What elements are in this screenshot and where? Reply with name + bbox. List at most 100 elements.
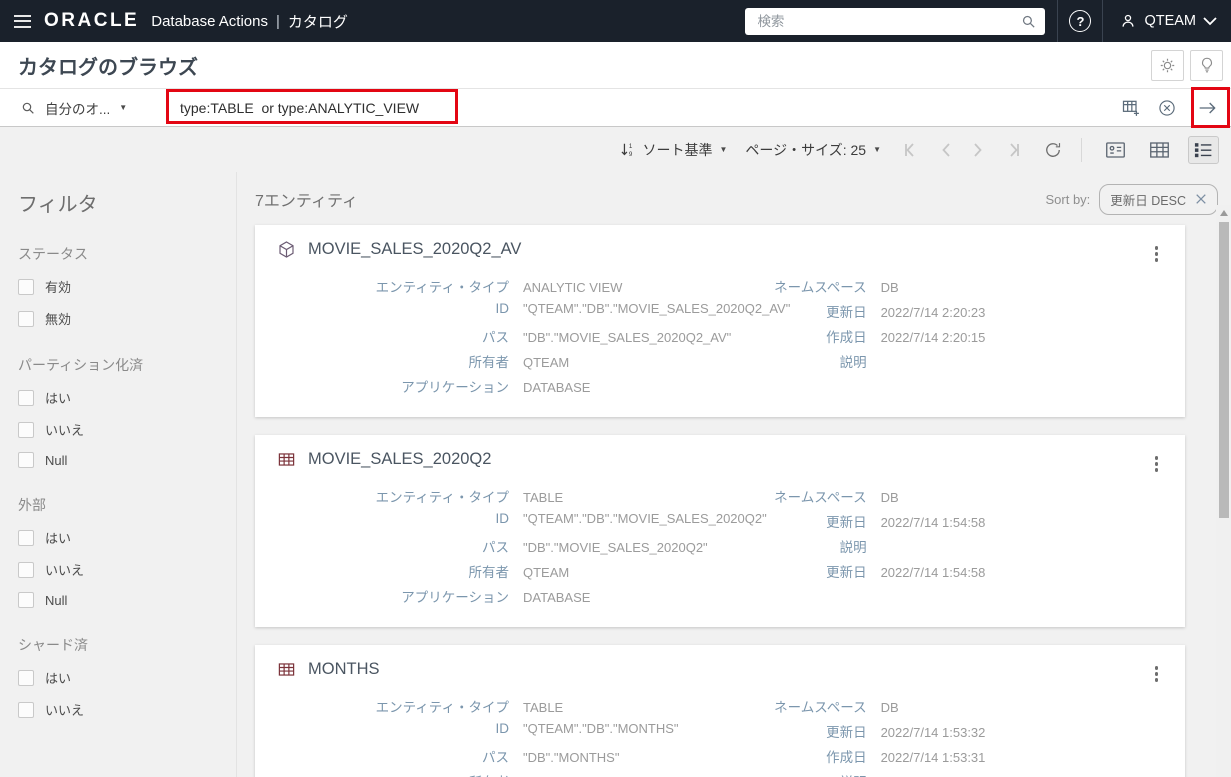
chevron-down-icon: ▼ [119, 102, 128, 112]
settings-button[interactable] [1151, 49, 1184, 81]
filter-option[interactable]: Null [18, 452, 236, 468]
scrollbar-up-arrow[interactable] [1219, 210, 1228, 216]
search-icon[interactable] [1020, 13, 1037, 30]
remove-sort-icon[interactable] [1195, 193, 1207, 205]
tips-button[interactable] [1190, 49, 1223, 81]
checkbox[interactable] [18, 389, 34, 406]
run-search-button[interactable] [1193, 93, 1223, 123]
filter-section: パーティション化済 はい いいえ Null [18, 355, 236, 468]
filter-option[interactable]: いいえ [18, 420, 236, 439]
entity-field: 説明 [747, 536, 1163, 561]
pagination [903, 142, 1021, 157]
field-label: ID [495, 511, 510, 526]
entity-title[interactable]: MOVIE_SALES_2020Q2_AV [308, 240, 521, 259]
results-toolbar: 19 ソート基準 ▼ ページ・サイズ: 25 ▼ [0, 127, 1231, 172]
field-label: 作成日 [826, 750, 867, 765]
field-value: DATABASE [523, 380, 591, 395]
vertical-scrollbar[interactable] [1216, 205, 1231, 777]
checkbox[interactable] [18, 529, 34, 546]
chevron-down-icon: ▼ [719, 144, 728, 154]
card-actions-menu[interactable] [1152, 453, 1162, 475]
field-value: DATABASE [523, 590, 591, 605]
checkbox[interactable] [18, 278, 34, 295]
previous-page-button[interactable] [941, 142, 951, 157]
next-page-button[interactable] [973, 142, 983, 157]
field-label: ID [495, 721, 510, 736]
field-value: 2022/7/14 1:54:58 [880, 515, 986, 530]
entity-title[interactable]: MOVIE_SALES_2020Q2 [308, 450, 491, 469]
card-actions-menu[interactable] [1152, 663, 1162, 685]
filter-option-label: いいえ [45, 703, 85, 718]
filter-option[interactable]: いいえ [18, 560, 236, 579]
page-title: カタログのブラウズ [18, 56, 198, 79]
field-value: DB [880, 490, 899, 505]
checkbox[interactable] [18, 310, 34, 327]
clear-search-button[interactable] [1157, 98, 1177, 118]
checkbox[interactable] [18, 592, 34, 608]
checkbox[interactable] [18, 421, 34, 438]
entity-field: ID "QTEAM"."DB"."MOVIE_SALES_2020Q2" [277, 511, 767, 536]
checkbox[interactable] [18, 452, 34, 468]
sort-menu-label: ソート基準 [642, 141, 713, 158]
field-value: DB [880, 700, 899, 715]
filter-option[interactable]: 有効 [18, 277, 236, 296]
user-menu[interactable]: QTEAM [1103, 0, 1231, 42]
catalog-query-input[interactable] [180, 93, 460, 122]
field-label: ネームスペース [774, 490, 867, 505]
filter-section-label: ステータス [18, 246, 88, 262]
field-value: QTEAM [523, 565, 570, 580]
help-button[interactable]: ? [1058, 0, 1102, 42]
filter-option[interactable]: はい [18, 388, 236, 407]
entity-field: 所有者 QTEAM [277, 351, 747, 376]
scrollbar-thumb[interactable] [1218, 222, 1229, 518]
filter-option[interactable]: はい [18, 528, 236, 547]
sort-menu[interactable]: 19 ソート基準 ▼ [620, 140, 728, 160]
search-scope-dropdown[interactable]: 自分のオ... ▼ [20, 98, 166, 118]
global-search-input[interactable] [745, 7, 1046, 35]
entity-field: 所有者 QTEAM [277, 771, 747, 777]
card-view-button[interactable] [1100, 136, 1131, 164]
filter-option-list: はい いいえ Null [18, 528, 236, 608]
card-actions-menu[interactable] [1152, 243, 1162, 265]
field-value: "QTEAM"."DB"."MONTHS" [523, 721, 679, 736]
first-page-button[interactable] [903, 142, 919, 157]
entity-field: エンティティ・タイプ TABLE [277, 486, 747, 511]
field-value: 2022/7/14 1:54:58 [880, 565, 986, 580]
refresh-button[interactable] [1043, 140, 1063, 160]
field-label: パス [482, 750, 509, 765]
entity-field: 説明 [747, 351, 1163, 376]
user-name: QTEAM [1144, 13, 1196, 29]
field-value: DB [880, 280, 899, 295]
field-value: "DB"."MOVIE_SALES_2020Q2_AV" [523, 330, 732, 345]
filter-option[interactable]: 無効 [18, 309, 236, 328]
filter-option-label: いいえ [45, 423, 85, 438]
last-page-button[interactable] [1005, 142, 1021, 157]
checkbox[interactable] [18, 701, 34, 718]
entity-field: 作成日 2022/7/14 1:53:31 [747, 746, 1163, 771]
list-view-button[interactable] [1188, 135, 1219, 164]
checkbox[interactable] [18, 561, 34, 578]
grid-view-button[interactable] [1144, 136, 1175, 164]
product-title: Database Actions [151, 12, 268, 30]
hamburger-menu-icon[interactable] [0, 0, 44, 42]
add-filter-button[interactable] [1121, 98, 1141, 118]
entity-field: 更新日 2022/7/14 1:54:58 [747, 561, 1163, 586]
filter-option-label: 無効 [45, 312, 72, 327]
search-icon [20, 100, 36, 116]
table-plus-icon [1121, 98, 1141, 118]
filter-option[interactable]: はい [18, 668, 236, 687]
filter-section-label: パーティション化済 [18, 357, 144, 373]
toolbar-divider [1081, 137, 1082, 162]
filter-option-label: いいえ [45, 563, 85, 578]
page-size-menu[interactable]: ページ・サイズ: 25 ▼ [745, 140, 881, 160]
filter-option[interactable]: いいえ [18, 700, 236, 719]
sort-chip[interactable]: 更新日 DESC [1099, 183, 1218, 215]
lightbulb-icon [1198, 56, 1216, 74]
field-label: 説明 [839, 540, 867, 555]
filters-title: フィルタ [18, 194, 98, 216]
checkbox[interactable] [18, 669, 34, 686]
table-icon [277, 450, 296, 469]
filter-option[interactable]: Null [18, 592, 236, 608]
entity-field: ネームスペース DB [747, 276, 1163, 301]
entity-title[interactable]: MONTHS [308, 660, 380, 679]
